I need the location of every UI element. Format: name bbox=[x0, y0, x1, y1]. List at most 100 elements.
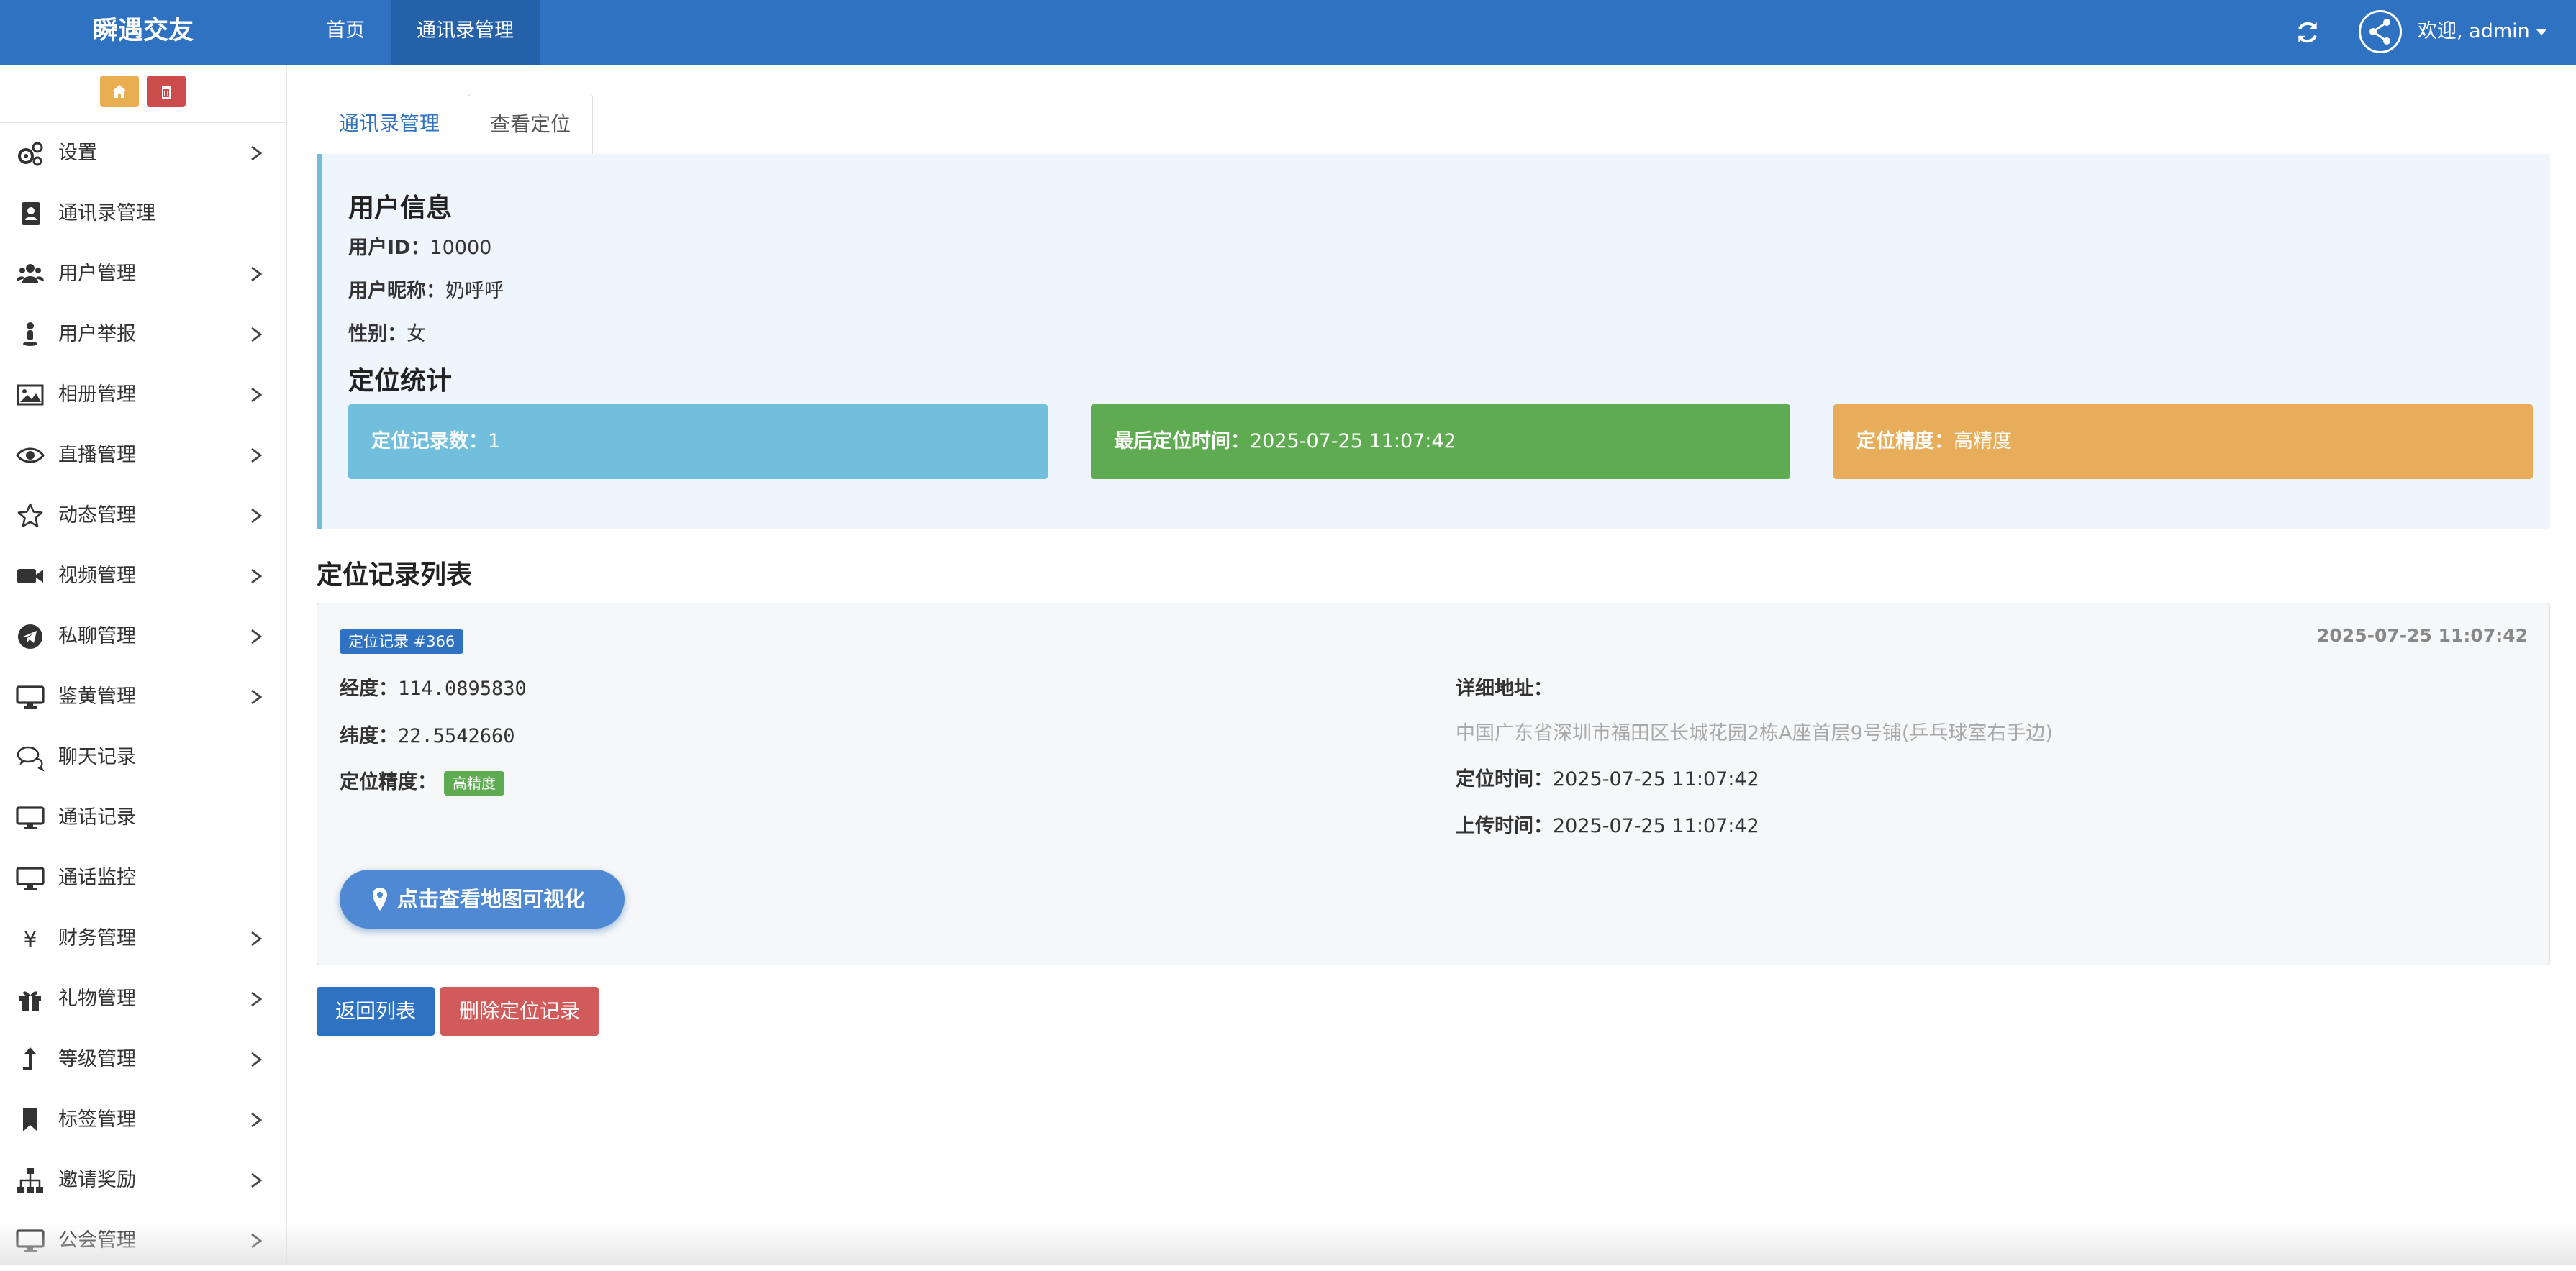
home-button[interactable] bbox=[100, 76, 139, 107]
chevron-right-icon bbox=[251, 1112, 263, 1128]
delete-record-button[interactable]: 删除定位记录 bbox=[440, 987, 599, 1036]
sidebar-item[interactable]: 私聊管理 bbox=[0, 606, 286, 667]
user-menu[interactable]: 欢迎, admin bbox=[2418, 0, 2547, 65]
sidebar-item-label: 财务管理 bbox=[58, 927, 136, 949]
locate-time-value: 2025-07-25 11:07:42 bbox=[1553, 768, 1759, 791]
chevron-right-icon bbox=[251, 1052, 263, 1067]
sidebar-item[interactable]: 用户举报 bbox=[0, 304, 286, 365]
sidebar-item[interactable]: 通话记录 bbox=[0, 788, 286, 848]
report-user-icon bbox=[23, 322, 37, 346]
trash-icon bbox=[162, 86, 171, 99]
top-nav: 首页 通讯录管理 bbox=[300, 0, 540, 65]
sidebar-item[interactable]: 礼物管理 bbox=[0, 969, 286, 1029]
upload-time-field: 上传时间：2025-07-25 11:07:42 bbox=[1456, 810, 1759, 838]
latitude-label: 纬度： bbox=[340, 725, 398, 747]
sidebar-item[interactable]: 标签管理 bbox=[0, 1090, 286, 1150]
comments-icon bbox=[17, 746, 45, 772]
address-label: 详细地址： bbox=[1456, 678, 1553, 700]
stat-accuracy: 定位精度：高精度 bbox=[1833, 404, 2533, 479]
user-id-value: 10000 bbox=[430, 237, 492, 259]
chevron-right-icon bbox=[251, 568, 263, 584]
star-icon bbox=[17, 503, 43, 527]
latitude-field: 纬度：22.5542660 bbox=[340, 720, 515, 748]
sidebar-item-label: 用户管理 bbox=[58, 263, 136, 285]
refresh-icon[interactable] bbox=[2294, 19, 2321, 46]
nav-contacts[interactable]: 通讯录管理 bbox=[391, 0, 540, 65]
brand-logo[interactable]: 瞬遇交友 bbox=[0, 0, 286, 65]
sidebar-item-label: 聊天记录 bbox=[58, 746, 136, 768]
sidebar-menu: 设置通讯录管理用户管理用户举报相册管理直播管理动态管理 视频管理私聊管理鉴黄管理聊… bbox=[0, 123, 286, 1271]
gears-icon bbox=[18, 142, 43, 166]
sidebar-item[interactable]: 等级管理 bbox=[0, 1029, 286, 1090]
stats-heading: 定位统计 bbox=[348, 366, 453, 396]
sidebar-item[interactable]: 通话监控 bbox=[0, 848, 286, 908]
tab-contacts[interactable]: 通讯录管理 bbox=[317, 94, 462, 154]
user-gender-line: 性别：女 bbox=[348, 318, 426, 346]
sidebar-item[interactable]: 设置 bbox=[0, 123, 286, 183]
sitemap-icon bbox=[17, 1168, 43, 1193]
longitude-label: 经度： bbox=[340, 678, 398, 700]
user-gender-value: 女 bbox=[407, 323, 426, 345]
desktop-icon bbox=[16, 685, 45, 709]
user-id-label: 用户ID： bbox=[348, 237, 430, 259]
sidebar-item-label: 设置 bbox=[58, 142, 97, 164]
accuracy-field: 定位精度： 高精度 bbox=[340, 766, 504, 796]
longitude-value: 114.0895830 bbox=[398, 678, 527, 700]
stat-accuracy-label: 定位精度： bbox=[1856, 430, 1954, 452]
telegram-icon bbox=[18, 624, 42, 649]
chevron-right-icon bbox=[251, 991, 263, 1007]
clear-cache-button[interactable] bbox=[147, 76, 186, 107]
sidebar-item-label: 标签管理 bbox=[58, 1108, 136, 1131]
view-map-button[interactable]: 点击查看地图可视化 bbox=[340, 870, 625, 929]
sidebar-item[interactable]: 动态管理 bbox=[0, 486, 286, 546]
sidebar-item[interactable]: 通讯录管理 bbox=[0, 183, 286, 244]
locate-time-label: 定位时间： bbox=[1456, 768, 1553, 791]
sidebar-item[interactable]: 相册管理 bbox=[0, 365, 286, 425]
sidebar-item-label: 礼物管理 bbox=[58, 988, 136, 1010]
accuracy-badge: 高精度 bbox=[444, 770, 504, 796]
sidebar-item[interactable]: 聊天记录 bbox=[0, 727, 286, 788]
location-record-card: 定位记录 #366 2025-07-25 11:07:42 经度：114.089… bbox=[317, 603, 2550, 965]
chevron-right-icon bbox=[251, 629, 263, 644]
stat-last-time-label: 最后定位时间： bbox=[1114, 430, 1250, 452]
stat-count-value: 1 bbox=[488, 430, 501, 452]
gift-icon bbox=[19, 991, 41, 1011]
address-field: 详细地址： bbox=[1456, 673, 1553, 701]
sidebar: 设置通讯录管理用户管理用户举报相册管理直播管理动态管理 视频管理私聊管理鉴黄管理聊… bbox=[0, 65, 287, 1265]
nav-home[interactable]: 首页 bbox=[300, 0, 391, 65]
chevron-right-icon bbox=[251, 145, 263, 161]
level-up-icon bbox=[23, 1047, 36, 1070]
latitude-value: 22.5542660 bbox=[398, 725, 515, 747]
desktop-icon bbox=[16, 867, 45, 890]
stat-last-time-value: 2025-07-25 11:07:42 bbox=[1250, 430, 1456, 452]
stat-count-label: 定位记录数： bbox=[371, 430, 488, 452]
map-marker-icon bbox=[373, 888, 387, 911]
home-icon bbox=[112, 85, 127, 98]
view-map-label: 点击查看地图可视化 bbox=[397, 887, 586, 911]
eye-icon bbox=[16, 447, 45, 463]
video-camera-icon bbox=[17, 569, 43, 583]
sidebar-item-label: 直播管理 bbox=[58, 444, 136, 466]
yen-icon: ¥ bbox=[23, 927, 37, 952]
chevron-right-icon bbox=[251, 931, 263, 947]
sidebar-item[interactable]: ¥ 财务管理 bbox=[0, 908, 286, 969]
sidebar-item-label: 相册管理 bbox=[58, 383, 136, 406]
address-value: 中国广东省深圳市福田区长城花园2栋A座首层9号铺(乒乓球室右手边) bbox=[1456, 722, 2053, 744]
sidebar-item[interactable]: 用户管理 bbox=[0, 244, 286, 304]
sidebar-item-label: 通话监控 bbox=[58, 867, 136, 889]
chevron-right-icon bbox=[251, 447, 263, 463]
sidebar-item[interactable]: 视频管理 bbox=[0, 546, 286, 606]
avatar[interactable] bbox=[2359, 10, 2402, 53]
bottom-shadow bbox=[0, 1223, 2576, 1265]
sidebar-item[interactable]: 直播管理 bbox=[0, 425, 286, 486]
chevron-right-icon bbox=[251, 327, 263, 342]
user-id-line: 用户ID：10000 bbox=[348, 232, 491, 260]
address-book-icon bbox=[22, 202, 40, 225]
back-to-list-button[interactable]: 返回列表 bbox=[317, 987, 435, 1036]
sidebar-item[interactable]: 鉴黄管理 bbox=[0, 667, 286, 727]
tab-view-location[interactable]: 查看定位 bbox=[468, 94, 593, 155]
sidebar-item-label: 通讯录管理 bbox=[58, 202, 155, 224]
sidebar-item[interactable]: 邀请奖励 bbox=[0, 1150, 286, 1211]
sidebar-item-label: 私聊管理 bbox=[58, 625, 136, 647]
upload-time-label: 上传时间： bbox=[1456, 815, 1553, 837]
